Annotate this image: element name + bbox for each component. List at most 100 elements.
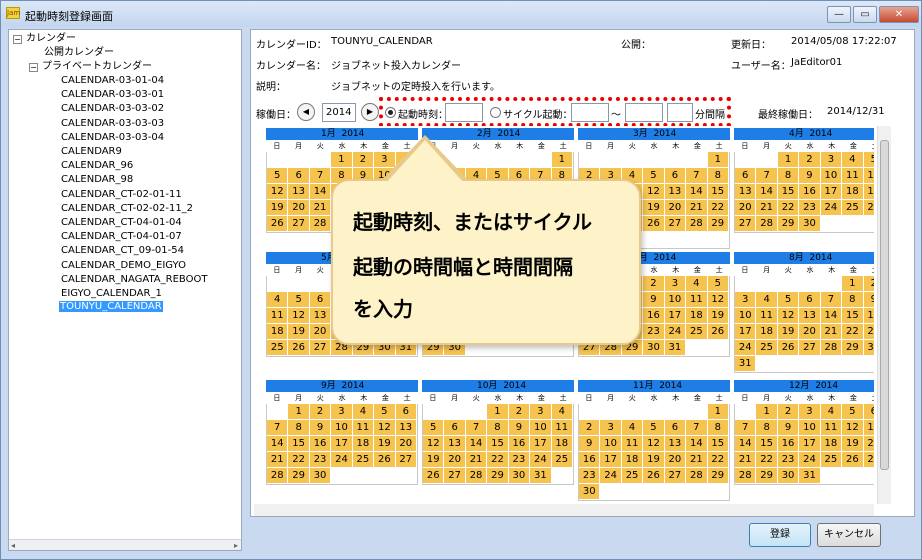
day-cell[interactable]: 18 bbox=[756, 324, 778, 340]
day-cell[interactable]: 30 bbox=[777, 468, 800, 484]
collapse-icon[interactable]: − bbox=[13, 35, 22, 44]
day-cell[interactable]: 27 bbox=[395, 452, 417, 468]
day-cell[interactable]: 24 bbox=[799, 452, 821, 468]
minimize-button[interactable]: — bbox=[827, 6, 851, 23]
day-cell[interactable]: 20 bbox=[799, 324, 821, 340]
scroll-left-icon[interactable]: ◂ bbox=[11, 541, 15, 550]
day-cell[interactable]: 16 bbox=[777, 436, 800, 452]
day-cell[interactable]: 29 bbox=[777, 216, 800, 232]
day-cell[interactable]: 31 bbox=[735, 356, 757, 372]
day-cell[interactable]: 23 bbox=[309, 452, 332, 468]
day-cell[interactable]: 19 bbox=[423, 452, 445, 468]
day-cell[interactable]: 19 bbox=[842, 436, 864, 452]
day-cell[interactable]: 18 bbox=[842, 184, 864, 200]
day-cell[interactable]: 6 bbox=[309, 292, 332, 308]
day-cell[interactable]: 24 bbox=[530, 452, 552, 468]
day-cell[interactable]: 1 bbox=[842, 276, 864, 292]
day-cell[interactable]: 28 bbox=[756, 216, 778, 232]
collapse-icon[interactable]: − bbox=[29, 63, 38, 72]
day-cell[interactable]: 28 bbox=[465, 468, 488, 484]
day-cell[interactable]: 22 bbox=[487, 452, 509, 468]
day-cell[interactable]: 25 bbox=[551, 452, 573, 468]
day-cell[interactable]: 13 bbox=[863, 420, 874, 436]
day-cell[interactable]: 21 bbox=[756, 200, 778, 216]
day-cell[interactable]: 21 bbox=[686, 200, 708, 216]
day-cell[interactable]: 1 bbox=[777, 152, 800, 168]
day-cell[interactable]: 2 bbox=[579, 420, 601, 436]
day-cell[interactable]: 6 bbox=[444, 420, 466, 436]
tree-node-root[interactable]: − カレンダー bbox=[13, 32, 76, 45]
day-cell[interactable]: 8 bbox=[842, 292, 864, 308]
day-cell[interactable]: 18 bbox=[551, 436, 573, 452]
day-cell[interactable]: 19 bbox=[777, 324, 800, 340]
day-cell[interactable]: 22 bbox=[756, 452, 778, 468]
day-cell[interactable]: 22 bbox=[288, 452, 310, 468]
day-cell[interactable]: 24 bbox=[664, 324, 687, 340]
day-cell[interactable]: 17 bbox=[530, 436, 552, 452]
day-cell[interactable]: 16 bbox=[508, 436, 531, 452]
day-cell[interactable]: 8 bbox=[487, 420, 509, 436]
day-cell[interactable]: 19 bbox=[374, 436, 396, 452]
tree-item[interactable]: EIGYO_CALENDAR_1 bbox=[61, 287, 162, 300]
day-cell[interactable]: 6 bbox=[664, 420, 687, 436]
tree-item[interactable]: CALENDAR_98 bbox=[61, 173, 133, 186]
day-cell[interactable]: 23 bbox=[579, 468, 601, 484]
day-cell[interactable]: 30 bbox=[643, 340, 665, 356]
day-cell[interactable]: 5 bbox=[707, 276, 729, 292]
day-cell[interactable]: 7 bbox=[735, 420, 757, 436]
day-cell[interactable]: 2 bbox=[309, 404, 332, 420]
tree-node-private[interactable]: − プライベートカレンダー bbox=[29, 60, 152, 73]
day-cell[interactable]: 1 bbox=[551, 152, 573, 168]
day-cell[interactable]: 11 bbox=[551, 420, 573, 436]
day-cell[interactable]: 2 bbox=[352, 152, 375, 168]
day-cell[interactable]: 1 bbox=[707, 152, 729, 168]
day-cell[interactable]: 9 bbox=[508, 420, 531, 436]
day-cell[interactable]: 9 bbox=[777, 420, 800, 436]
day-cell[interactable]: 1 bbox=[331, 152, 353, 168]
day-cell[interactable]: 19 bbox=[863, 184, 874, 200]
day-cell[interactable]: 5 bbox=[267, 168, 289, 184]
day-cell[interactable]: 7 bbox=[309, 168, 332, 184]
day-cell[interactable]: 5 bbox=[374, 404, 396, 420]
day-cell[interactable]: 30 bbox=[579, 484, 601, 500]
day-cell[interactable]: 18 bbox=[686, 308, 708, 324]
day-cell[interactable]: 29 bbox=[842, 340, 864, 356]
day-cell[interactable]: 11 bbox=[352, 420, 375, 436]
cycle-to-input[interactable] bbox=[625, 103, 663, 122]
tree-item[interactable]: CALENDAR_CT-02-01-11 bbox=[61, 188, 182, 201]
day-cell[interactable]: 4 bbox=[551, 404, 573, 420]
day-cell[interactable]: 4 bbox=[352, 404, 375, 420]
day-cell[interactable]: 12 bbox=[842, 420, 864, 436]
tree-item[interactable]: CALENDAR_CT_09-01-54 bbox=[61, 244, 184, 257]
day-cell[interactable]: 18 bbox=[621, 452, 644, 468]
day-cell[interactable]: 3 bbox=[664, 276, 687, 292]
close-button[interactable]: ✕ bbox=[879, 6, 919, 23]
day-cell[interactable]: 15 bbox=[756, 436, 778, 452]
tree-item[interactable]: CALENDAR_CT-04-01-07 bbox=[61, 230, 182, 243]
tree-item[interactable]: CALENDAR_NAGATA_REBOOT bbox=[61, 273, 207, 286]
day-cell[interactable]: 8 bbox=[707, 420, 729, 436]
day-cell[interactable]: 16 bbox=[799, 184, 821, 200]
day-cell[interactable]: 21 bbox=[686, 452, 708, 468]
day-cell[interactable]: 16 bbox=[643, 308, 665, 324]
day-cell[interactable]: 9 bbox=[799, 168, 821, 184]
day-cell[interactable]: 25 bbox=[756, 340, 778, 356]
day-cell[interactable]: 5 bbox=[777, 292, 800, 308]
start-time-radio[interactable] bbox=[385, 107, 396, 118]
day-cell[interactable]: 13 bbox=[664, 436, 687, 452]
day-cell[interactable]: 17 bbox=[600, 452, 622, 468]
day-cell[interactable]: 31 bbox=[799, 468, 821, 484]
day-cell[interactable]: 12 bbox=[777, 308, 800, 324]
day-cell[interactable]: 7 bbox=[686, 168, 708, 184]
day-cell[interactable]: 23 bbox=[508, 452, 531, 468]
day-cell[interactable]: 4 bbox=[842, 152, 864, 168]
day-cell[interactable]: 14 bbox=[309, 184, 332, 200]
day-cell[interactable]: 23 bbox=[863, 324, 874, 340]
day-cell[interactable]: 7 bbox=[756, 168, 778, 184]
day-cell[interactable]: 21 bbox=[309, 200, 332, 216]
day-cell[interactable]: 8 bbox=[756, 420, 778, 436]
day-cell[interactable]: 18 bbox=[267, 324, 289, 340]
day-cell[interactable]: 31 bbox=[530, 468, 552, 484]
day-cell[interactable]: 15 bbox=[707, 436, 729, 452]
day-cell[interactable]: 22 bbox=[842, 324, 864, 340]
